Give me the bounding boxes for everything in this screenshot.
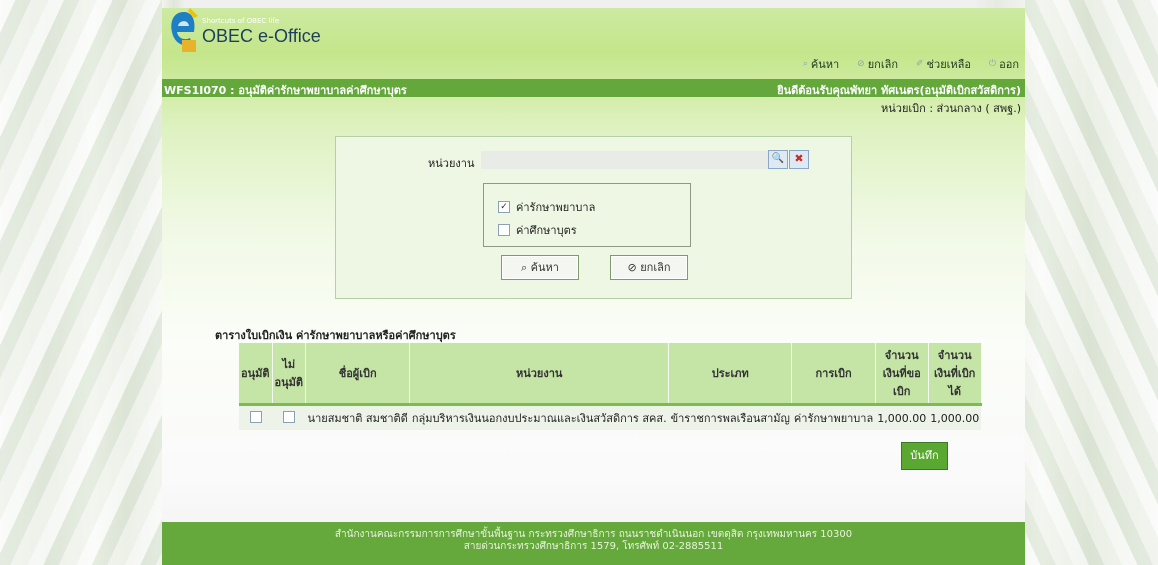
table-row: นายสมชาติ สมชาติดี กลุ่มบริหารเงินนอกงบป…: [239, 404, 982, 430]
unit-info: หน่วยเบิก : ส่วนกลาง ( สพฐ.): [881, 102, 1021, 115]
footer-address: สำนักงานคณะกรรมการการศึกษาขั้นพื้นฐาน กร…: [334, 529, 853, 540]
type-cell: ข้าราชการพลเรือนสามัญ: [668, 404, 792, 430]
title-bar: WFS1I070 : อนุมัติค่ารักษาพยาบาลค่าศึกษา…: [162, 79, 1025, 97]
checkbox-education[interactable]: [498, 224, 510, 236]
logout-icon: ⏻: [989, 59, 997, 69]
approve-cell: [239, 404, 273, 430]
checkbox-medical[interactable]: ✓: [498, 201, 510, 213]
nav-help[interactable]: ✐ ช่วยเหลือ: [916, 55, 971, 73]
lookup-icon[interactable]: 🔍: [768, 150, 788, 169]
reject-checkbox[interactable]: [282, 410, 295, 423]
background-right: [1025, 0, 1158, 565]
option-medical[interactable]: ✓ ค่ารักษาพยาบาล: [498, 198, 595, 216]
nav-search[interactable]: ⌕ ค้นหา: [803, 55, 839, 73]
reject-cell: [272, 404, 306, 430]
help-icon: ✐: [916, 59, 924, 69]
unit-label: หน่วยงาน: [428, 157, 475, 170]
obec-logo-icon: [171, 8, 198, 52]
search-panel: หน่วยงาน 🔍 ✖ ✓ ค่ารักษาพยาบาล ค่าศึกษาบุ…: [335, 136, 852, 299]
requested-amount: 1,000.00: [875, 404, 929, 430]
footer: สำนักงานคณะกรรมการการศึกษาขั้นพื้นฐาน กร…: [162, 522, 1025, 565]
search-icon: ⌕: [802, 59, 808, 69]
app-frame: Shortcuts of OBEC life OBEC e-Office ⌕ ค้…: [162, 8, 1025, 565]
claim-cell: ค่ารักษาพยาบาล: [791, 404, 876, 430]
col-type: ประเภท: [668, 343, 793, 406]
type-options: ✓ ค่ารักษาพยาบาล ค่าศึกษาบุตร: [483, 183, 691, 247]
logo-tagline: Shortcuts of OBEC life: [202, 17, 280, 25]
cancel-button[interactable]: ⊘ ยกเลิก: [610, 255, 688, 280]
clear-icon[interactable]: ✖: [789, 150, 809, 169]
table-title: ตารางใบเบิกเงิน ค่ารักษาพยาบาลหรือค่าศึก…: [215, 329, 456, 342]
col-claim: การเบิก: [791, 343, 876, 406]
top-nav: ⌕ ค้นหา ⊘ ยกเลิก ✐ ช่วยเหลือ ⏻ ออก: [803, 55, 1019, 73]
page-title: WFS1I070 : อนุมัติค่ารักษาพยาบาลค่าศึกษา…: [164, 84, 407, 97]
cancel-icon: ⊘: [857, 59, 865, 69]
col-requested: จำนวนเงินที่ขอเบิก: [875, 343, 929, 406]
background-left: [0, 0, 162, 565]
unit-cell: กลุ่มบริหารเงินนอกงบประมาณและเงินสวัสดิก…: [409, 404, 669, 430]
table-header-row: อนุมัติ ไม่อนุมัติ ชื่อผู้เบิก หน่วยงาน …: [239, 343, 982, 406]
col-reject: ไม่อนุมัติ: [272, 343, 307, 406]
nav-cancel[interactable]: ⊘ ยกเลิก: [857, 55, 898, 73]
search-button[interactable]: ⌕ ค้นหา: [501, 255, 579, 280]
col-unit: หน่วยงาน: [409, 343, 670, 406]
welcome-text: ยินดีต้อนรับคุณพัทยา ทัศเนตร(อนุมัติเบิก…: [777, 84, 1021, 97]
footer-contact: สายด่วนกระทรวงศึกษาธิการ 1579, โทรศัพท์ …: [463, 541, 724, 552]
claims-table: อนุมัติ ไม่อนุมัติ ชื่อผู้เบิก หน่วยงาน …: [239, 343, 982, 430]
search-icon: ⌕: [521, 261, 531, 274]
approve-checkbox[interactable]: [249, 410, 262, 423]
col-approved: จำนวนเงินที่เบิกได้: [928, 343, 982, 406]
col-approve: อนุมัติ: [239, 343, 273, 406]
app-title: OBEC e-Office: [202, 26, 321, 46]
unit-input[interactable]: [481, 151, 770, 169]
cancel-icon: ⊘: [627, 261, 641, 274]
approved-amount: 1,000.00: [928, 404, 982, 430]
col-name: ชื่อผู้เบิก: [305, 343, 411, 406]
nav-logout[interactable]: ⏻ ออก: [989, 55, 1019, 73]
option-education[interactable]: ค่าศึกษาบุตร: [498, 221, 577, 239]
claimant-name: นายสมชาติ สมชาติดี: [305, 404, 410, 430]
save-button[interactable]: บันทึก: [901, 442, 948, 470]
